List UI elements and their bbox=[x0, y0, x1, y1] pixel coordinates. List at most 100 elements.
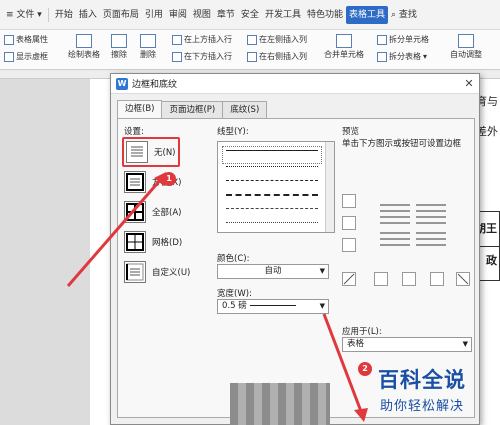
draw-table-label: 绘制表格 bbox=[68, 50, 100, 59]
menu-start[interactable]: 开始 bbox=[52, 6, 76, 24]
menu-view[interactable]: 视图 bbox=[190, 6, 214, 24]
width-select[interactable]: 0.5 磅 ▼ bbox=[217, 299, 329, 314]
draw-table-button[interactable]: 绘制表格 bbox=[68, 34, 100, 60]
menu-review[interactable]: 审阅 bbox=[166, 6, 190, 24]
chevron-down-icon: ▼ bbox=[319, 267, 325, 275]
show-grid-label: 显示虚框 bbox=[16, 52, 48, 61]
line-style-solid[interactable] bbox=[222, 146, 322, 164]
delete-label: 删除 bbox=[140, 50, 156, 59]
eraser-label: 擦除 bbox=[111, 50, 127, 59]
split-cells-label: 拆分单元格 bbox=[389, 35, 429, 44]
menu-features[interactable]: 特色功能 bbox=[304, 6, 346, 24]
split-table-icon bbox=[377, 51, 387, 62]
search-menu[interactable]: ⌕ 查找 bbox=[388, 6, 420, 24]
border-none-icon bbox=[126, 141, 148, 163]
width-value: 0.5 磅 bbox=[222, 301, 247, 311]
width-sample-line bbox=[249, 305, 296, 306]
line-style-long-dash[interactable] bbox=[226, 194, 318, 196]
preview-label: 预览 bbox=[342, 127, 360, 137]
line-style-list[interactable] bbox=[217, 141, 335, 233]
dialog-title: 边框和底纹 bbox=[132, 80, 178, 90]
line-style-dashed[interactable] bbox=[226, 180, 318, 181]
col-right-icon bbox=[247, 51, 257, 62]
col-left-icon bbox=[247, 34, 257, 45]
right-border-button[interactable] bbox=[430, 272, 444, 286]
show-grid-button[interactable]: 显示虚框 bbox=[4, 51, 48, 62]
doc-cell: 政 bbox=[486, 254, 497, 267]
line-style-dash-dot[interactable] bbox=[226, 208, 318, 209]
merge-cells-button[interactable]: 合并单元格 bbox=[324, 34, 364, 60]
menu-file[interactable]: ≡ 文件 ▾ bbox=[3, 6, 45, 24]
merge-icon bbox=[336, 34, 352, 48]
line-style-label: 线型(Y): bbox=[217, 127, 249, 137]
tab-page-borders[interactable]: 页面边框(P) bbox=[161, 101, 224, 118]
watermark-title: 百科全说 bbox=[378, 368, 466, 392]
watermark-subtitle: 助你轻松解决 bbox=[380, 399, 465, 414]
color-select[interactable]: 自动 ▼ bbox=[217, 264, 329, 279]
annotation-arrow-1 bbox=[66, 172, 166, 287]
setting-label: 设置: bbox=[124, 127, 144, 137]
width-label: 宽度(W): bbox=[217, 289, 252, 299]
chevron-down-icon: ▾ bbox=[423, 52, 428, 61]
menu-bar: ≡ 文件 ▾ 开始 插入 页面布局 引用 审阅 视图 章节 安全 开发工具 特色… bbox=[0, 0, 500, 30]
split-table-label: 拆分表格 bbox=[389, 52, 421, 61]
close-button[interactable]: ✕ bbox=[459, 74, 479, 94]
insert-col-right-button[interactable]: 在右侧插入列 bbox=[247, 51, 307, 62]
pencil-table-icon bbox=[76, 34, 92, 48]
table-icon bbox=[4, 34, 14, 45]
split-table-button[interactable]: 拆分表格 ▾ bbox=[377, 51, 427, 62]
diagonal-up-button[interactable] bbox=[456, 272, 470, 286]
chevron-down-icon: ▼ bbox=[462, 340, 468, 348]
wps-icon: W bbox=[116, 77, 128, 90]
menu-insert[interactable]: 插入 bbox=[76, 6, 100, 24]
insert-left-label: 在左侧插入列 bbox=[259, 35, 307, 44]
line-style-dash-dot-dot[interactable] bbox=[226, 222, 318, 223]
dialog-tabs: 边框(B) 页面边框(P) 底纹(S) bbox=[117, 100, 268, 118]
delete-button[interactable]: 删除 bbox=[140, 34, 156, 60]
tab-shading[interactable]: 底纹(S) bbox=[222, 101, 268, 118]
diagonal-down-button[interactable] bbox=[342, 272, 356, 286]
row-below-icon bbox=[172, 51, 182, 62]
blurred-region bbox=[230, 383, 330, 425]
bottom-border-button[interactable] bbox=[342, 238, 356, 252]
left-border-button[interactable] bbox=[374, 272, 388, 286]
setting-none[interactable]: 无(N) bbox=[122, 137, 180, 167]
menu-layout[interactable]: 页面布局 bbox=[100, 6, 142, 24]
search-label: 查找 bbox=[398, 9, 417, 20]
insert-row-above-button[interactable]: 在上方插入行 bbox=[172, 34, 232, 45]
line-style-dotted[interactable] bbox=[226, 166, 318, 167]
menu-reference[interactable]: 引用 bbox=[142, 6, 166, 24]
menu-chapter[interactable]: 章节 bbox=[214, 6, 238, 24]
split-cells-button[interactable]: 拆分单元格 bbox=[377, 34, 429, 45]
preview-hint: 单击下方图示或按钮可设置边框 bbox=[342, 139, 462, 149]
menu-file-label: 文件 bbox=[16, 9, 35, 20]
delete-table-icon bbox=[140, 34, 156, 48]
row-above-icon bbox=[172, 34, 182, 45]
table-properties-button[interactable]: 表格属性 bbox=[4, 34, 48, 45]
autofit-icon bbox=[458, 34, 474, 48]
table-properties-label: 表格属性 bbox=[16, 35, 48, 44]
tab-borders[interactable]: 边框(B) bbox=[117, 100, 163, 118]
line-style-scrollbar[interactable] bbox=[325, 142, 334, 232]
divider bbox=[47, 7, 49, 22]
menu-devtools[interactable]: 开发工具 bbox=[262, 6, 304, 24]
autofit-button[interactable]: 自动调整 bbox=[450, 34, 482, 60]
color-value: 自动 bbox=[264, 266, 282, 276]
eraser-icon bbox=[111, 34, 127, 48]
top-border-button[interactable] bbox=[342, 194, 356, 208]
middle-border-button[interactable] bbox=[342, 216, 356, 230]
menu-table-tools[interactable]: 表格工具 bbox=[345, 5, 388, 24]
insert-row-below-button[interactable]: 在下方插入行 bbox=[172, 51, 232, 62]
insert-above-label: 在上方插入行 bbox=[184, 35, 232, 44]
insert-below-label: 在下方插入行 bbox=[184, 52, 232, 61]
color-label: 颜色(C): bbox=[217, 254, 250, 264]
border-preview[interactable] bbox=[380, 201, 446, 255]
ribbon-toolbar: 表格属性 显示虚框 绘制表格 擦除 删除 在上方插入行 在下方插入行 在左侧插入… bbox=[0, 30, 500, 70]
preview-rule bbox=[342, 149, 472, 151]
eraser-button[interactable]: 擦除 bbox=[111, 34, 127, 60]
insert-right-label: 在右侧插入列 bbox=[259, 52, 307, 61]
insert-col-left-button[interactable]: 在左侧插入列 bbox=[247, 34, 307, 45]
watermark-logo: 百科全说 助你轻松解决 bbox=[358, 362, 500, 420]
center-border-button[interactable] bbox=[402, 272, 416, 286]
menu-security[interactable]: 安全 bbox=[238, 6, 262, 24]
